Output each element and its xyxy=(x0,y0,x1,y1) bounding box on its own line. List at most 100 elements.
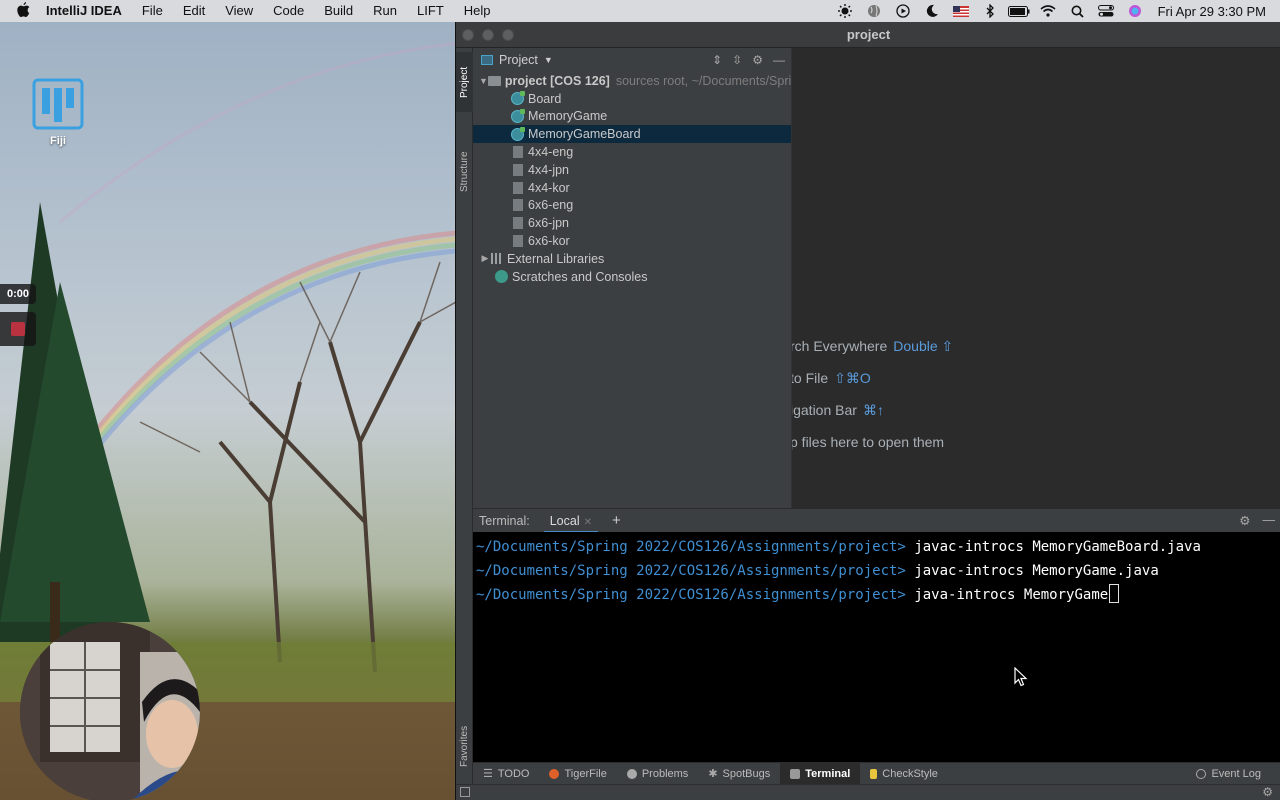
tree-item-label: 6x6-jpn xyxy=(528,216,569,231)
tree-item-6x6-eng[interactable]: 6x6-eng xyxy=(473,197,791,215)
hint-text: rch Everywhere xyxy=(791,338,888,354)
tree-item-label: 6x6-kor xyxy=(528,234,570,249)
globe-icon[interactable] xyxy=(860,0,889,22)
hint-shortcut: ⌘↑ xyxy=(862,402,884,418)
expand-all-icon[interactable]: ⇕ xyxy=(712,53,722,67)
tree-item-6x6-kor[interactable]: 6x6-kor xyxy=(473,232,791,250)
text-file-icon xyxy=(513,146,523,159)
battery-icon[interactable] xyxy=(1005,0,1034,22)
recording-stop-button[interactable] xyxy=(0,312,36,346)
menu-code[interactable]: Code xyxy=(263,0,314,22)
project-panel-tools: ⇕ ⇳ ⚙ — xyxy=(712,48,785,72)
new-terminal-tab-button[interactable]: + xyxy=(612,512,621,529)
chevron-right-icon[interactable]: ▶ xyxy=(479,253,491,264)
toggle-tool-windows-icon[interactable] xyxy=(460,787,470,797)
tree-item-6x6-jpn[interactable]: 6x6-jpn xyxy=(473,214,791,232)
libraries-icon xyxy=(491,253,503,265)
webcam-overlay xyxy=(20,622,200,800)
tab-project[interactable]: Project xyxy=(456,52,473,112)
tool-terminal[interactable]: Terminal xyxy=(780,762,861,785)
menu-bar: IntelliJ IDEA File Edit View Code Build … xyxy=(0,0,1280,22)
tool-label: SpotBugs xyxy=(722,767,771,780)
sun-icon[interactable] xyxy=(831,0,860,22)
play-icon[interactable] xyxy=(889,0,918,22)
editor-area[interactable]: rch Everywhere Double ⇧ to File ⇧⌘O igatio… xyxy=(791,48,1280,529)
tree-root-module: [COS 126] xyxy=(550,73,610,88)
tab-favorites-label: Favorites xyxy=(459,725,470,767)
terminal-command: java-introcs MemoryGame xyxy=(914,587,1109,603)
wifi-icon[interactable] xyxy=(1034,0,1063,22)
status-bar: ⚙ xyxy=(456,784,1280,800)
menu-edit[interactable]: Edit xyxy=(173,0,215,22)
tree-root-project[interactable]: ▼ project [COS 126] sources root, ~/Docu… xyxy=(473,72,791,90)
control-center-icon[interactable] xyxy=(1092,0,1121,22)
tree-item-label: MemoryGame xyxy=(528,109,608,124)
tree-external-libraries[interactable]: ▶ External Libraries xyxy=(473,250,791,268)
menubar-clock[interactable]: Fri Apr 29 3:30 PM xyxy=(1150,4,1280,19)
project-tool-window: Project ▼ ⇕ ⇳ ⚙ — ▼ project [COS 126] so… xyxy=(473,48,791,529)
menu-run[interactable]: Run xyxy=(363,0,407,22)
tool-tigerfile[interactable]: TigerFile xyxy=(539,763,616,785)
folder-icon xyxy=(487,75,501,86)
tree-item-4x4-kor[interactable]: 4x4-kor xyxy=(473,179,791,197)
tree-item-4x4-eng[interactable]: 4x4-eng xyxy=(473,143,791,161)
terminal-header-tools: ⚙ — xyxy=(1239,513,1275,528)
flag-icon[interactable] xyxy=(947,0,976,22)
tool-problems[interactable]: Problems xyxy=(617,763,698,785)
tree-item-board[interactable]: Board xyxy=(473,90,791,108)
menu-build[interactable]: Build xyxy=(314,0,363,22)
hide-panel-icon[interactable]: — xyxy=(1263,513,1276,528)
tool-label: CheckStyle xyxy=(882,767,938,780)
gear-icon[interactable]: ⚙ xyxy=(752,53,763,67)
terminal-label: Terminal: xyxy=(479,513,530,528)
search-icon[interactable] xyxy=(1063,0,1092,22)
tab-favorites[interactable]: Favorites xyxy=(456,712,473,780)
recording-timer: 0:00 xyxy=(0,284,36,304)
terminal-tab-local[interactable]: Local ✕ xyxy=(543,509,598,533)
tree-scratches-consoles[interactable]: Scratches and Consoles xyxy=(473,268,791,286)
menu-file[interactable]: File xyxy=(132,0,173,22)
bluetooth-icon[interactable] xyxy=(976,0,1005,22)
collapse-all-icon[interactable]: ⇳ xyxy=(732,53,742,67)
tool-spotbugs[interactable]: ✱ SpotBugs xyxy=(698,763,780,785)
tree-item-label: 4x4-eng xyxy=(528,145,574,160)
tab-structure[interactable]: Structure xyxy=(456,140,473,204)
chevron-down-icon[interactable]: ▼ xyxy=(544,55,553,65)
close-icon[interactable]: ✕ xyxy=(584,517,592,528)
gear-icon[interactable]: ⚙ xyxy=(1262,785,1273,799)
terminal-output[interactable]: ~/Documents/Spring 2022/COS126/Assignmen… xyxy=(473,532,1280,762)
chevron-down-icon[interactable]: ▼ xyxy=(479,76,488,86)
checkstyle-icon xyxy=(870,768,878,779)
tree-root-detail: sources root, ~/Documents/Spring 2022/CO… xyxy=(615,73,791,88)
tree-item-4x4-jpn[interactable]: 4x4-jpn xyxy=(473,161,791,179)
window-titlebar[interactable]: project xyxy=(456,22,1280,48)
menu-view[interactable]: View xyxy=(215,0,263,22)
gear-icon[interactable]: ⚙ xyxy=(1239,513,1250,528)
tree-item-label: External Libraries xyxy=(507,251,605,266)
tree-item-label: 4x4-jpn xyxy=(528,162,569,177)
tree-item-memorygame[interactable]: MemoryGame xyxy=(473,108,791,126)
tool-checkstyle[interactable]: CheckStyle xyxy=(860,763,948,785)
hint-drop-files: p files here to open them xyxy=(791,434,945,450)
fiji-app-icon[interactable] xyxy=(32,78,84,130)
tool-window-bar: ☰ TODO TigerFile Problems ✱ SpotBugs Termi… xyxy=(473,762,1280,785)
menu-lift[interactable]: LIFT xyxy=(407,0,454,22)
siri-icon[interactable] xyxy=(1121,0,1150,22)
hide-panel-icon[interactable]: — xyxy=(773,53,785,67)
tree-item-memorygameboard[interactable]: MemoryGameBoard xyxy=(473,125,791,144)
menu-help[interactable]: Help xyxy=(454,0,501,22)
terminal-line: ~/Documents/Spring 2022/COS126/Assignmen… xyxy=(476,535,1280,559)
text-cursor xyxy=(1109,584,1120,603)
menu-app-name[interactable]: IntelliJ IDEA xyxy=(46,0,132,22)
terminal-prompt: ~/Documents/Spring 2022/COS126/Assignmen… xyxy=(476,563,906,579)
stop-icon xyxy=(11,322,25,336)
moon-icon[interactable] xyxy=(918,0,947,22)
project-view-selector[interactable]: Project xyxy=(499,53,538,67)
tool-event-log[interactable]: Event Log xyxy=(1186,763,1271,785)
project-tree: ▼ project [COS 126] sources root, ~/Docu… xyxy=(473,72,791,286)
hint-text: to File xyxy=(791,370,829,386)
apple-menu-icon[interactable] xyxy=(0,2,46,20)
tool-todo[interactable]: ☰ TODO xyxy=(473,763,539,785)
hint-text: p files here to open them xyxy=(791,434,945,450)
java-class-icon xyxy=(511,108,525,123)
